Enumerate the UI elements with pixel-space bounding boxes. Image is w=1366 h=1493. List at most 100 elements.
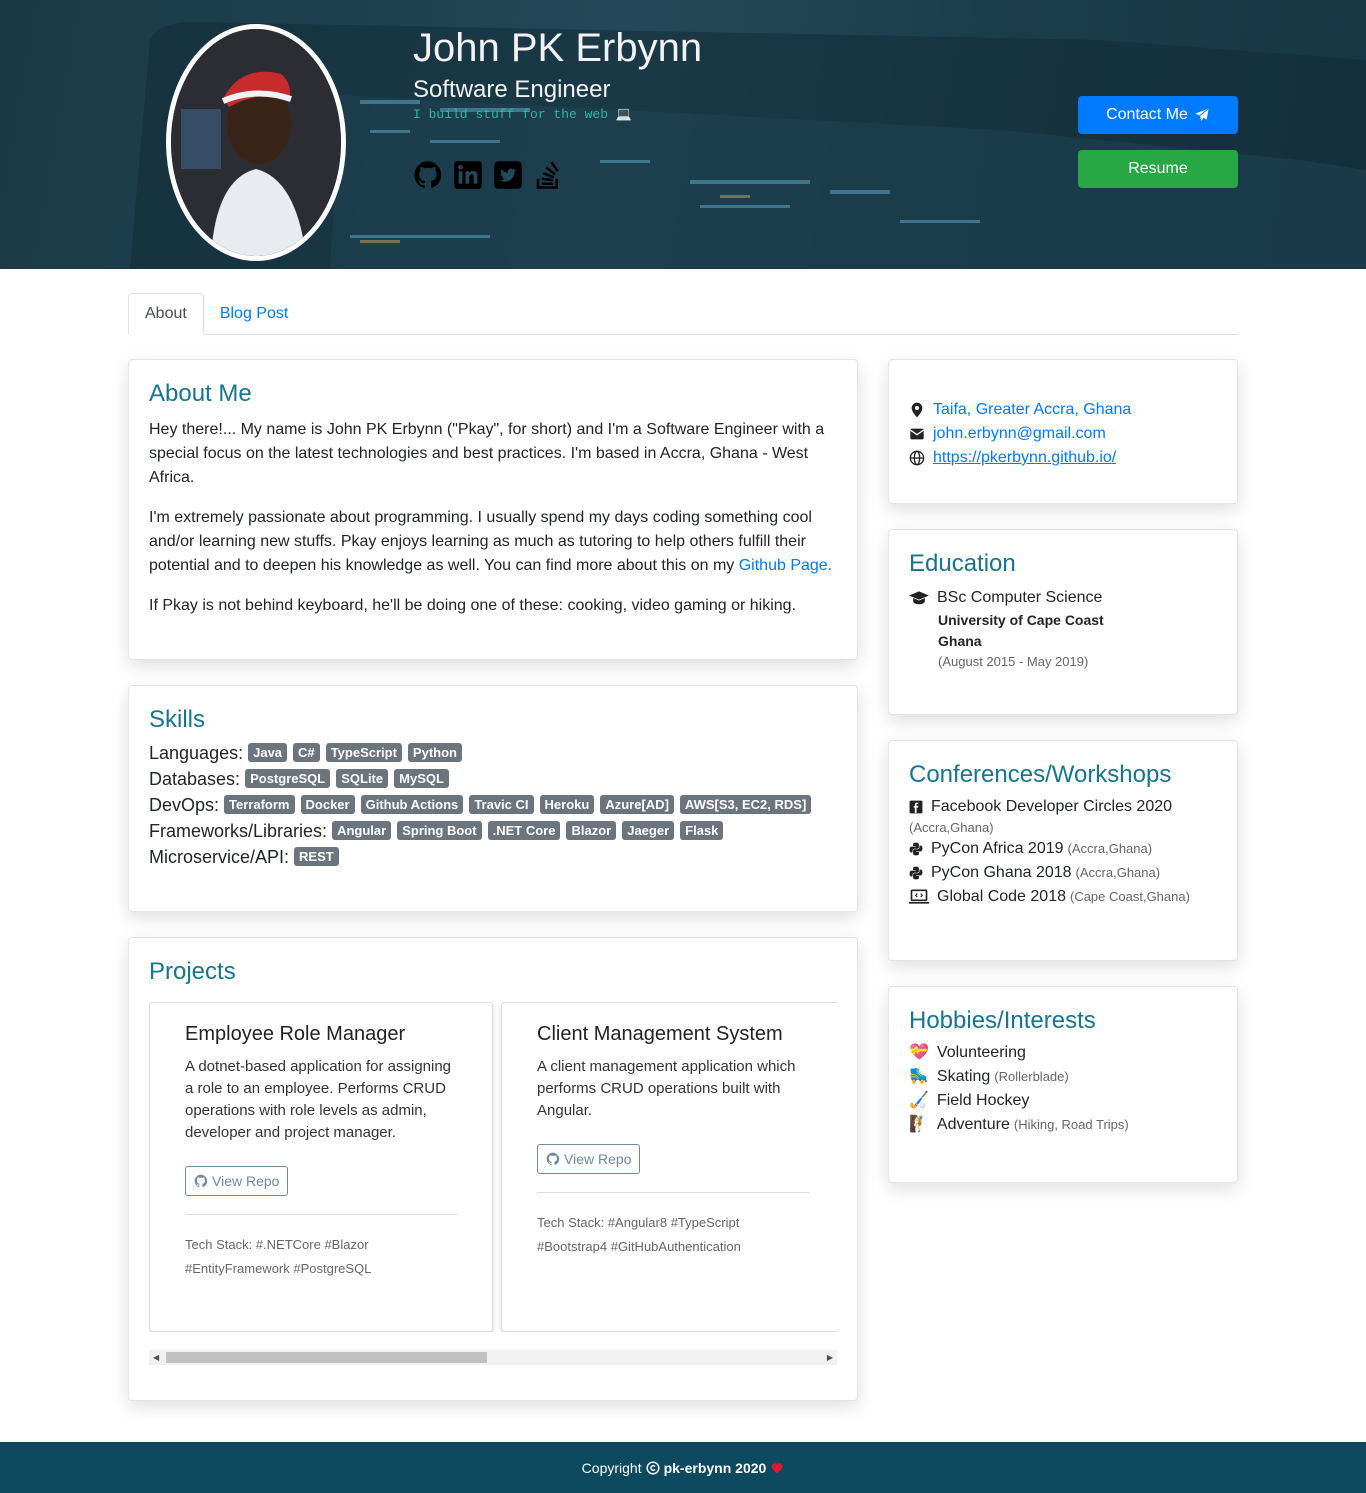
skill-badge: Docker	[300, 795, 355, 814]
skills-card: Skills Languages: Java C# TypeScript Pyt…	[128, 685, 858, 912]
hobby-name: Volunteering	[936, 1044, 1026, 1061]
skill-badge: Blazor	[566, 821, 617, 840]
paper-plane-icon	[1195, 107, 1209, 121]
skill-row: Microservice/API: REST	[149, 844, 837, 870]
divider	[537, 1192, 809, 1193]
contact-me-label: Contact Me	[1106, 106, 1188, 123]
linkedin-icon[interactable]	[453, 160, 483, 190]
hockey-stick-icon: 🏑	[909, 1092, 929, 1109]
python-icon	[909, 842, 923, 856]
about-paragraph-2-text: I'm extremely passionate about programmi…	[149, 509, 812, 574]
about-paragraph-1: Hey there!... My name is John PK Erbynn …	[149, 421, 825, 486]
conferences-card: Conferences/Workshops Facebook Developer…	[888, 740, 1238, 961]
footer-owner: pk-erbynn 2020	[663, 1459, 767, 1476]
avatar	[166, 24, 346, 261]
hobby-note: (Hiking, Road Trips)	[1013, 1117, 1129, 1132]
hobby-item: 💝 Volunteering	[909, 1041, 1217, 1065]
skill-row: Languages: Java C# TypeScript Python	[149, 740, 837, 766]
hobby-name: Field Hockey	[936, 1092, 1030, 1109]
hobbies-title: Hobbies/Interests	[909, 1007, 1096, 1034]
github-icon	[194, 1174, 208, 1188]
conference-item: Facebook Developer Circles 2020 (Accra,G…	[909, 795, 1217, 837]
github-icon[interactable]	[413, 160, 443, 190]
resume-button[interactable]: Resume	[1078, 150, 1238, 188]
skill-badge: Azure[AD]	[600, 795, 674, 814]
facebook-icon	[909, 800, 923, 814]
graduation-cap-icon	[909, 591, 929, 605]
project-card: Employee Role Manager A dotnet-based app…	[149, 1002, 493, 1332]
divider	[185, 1214, 457, 1215]
tab-about[interactable]: About	[128, 293, 204, 335]
profile-name: John PK Erbynn	[413, 26, 703, 70]
hiker-icon: 🧗	[909, 1116, 929, 1133]
about-title: About Me	[149, 380, 252, 407]
twitter-icon[interactable]	[493, 160, 523, 190]
skill-category-label: Microservice/API:	[149, 847, 290, 867]
website-text: https://pkerbynn.github.io/	[933, 449, 1117, 466]
scrollbar-thumb[interactable]	[166, 1352, 487, 1363]
website-link[interactable]: https://pkerbynn.github.io/	[909, 446, 1217, 470]
conference-name: Facebook Developer Circles 2020	[931, 798, 1173, 815]
project-name: Client Management System	[537, 1023, 783, 1045]
hobby-name: Skating	[936, 1068, 991, 1085]
about-card: About Me Hey there!... My name is John P…	[128, 359, 858, 660]
skill-badge: Heroku	[539, 795, 595, 814]
envelope-icon	[909, 428, 925, 440]
skills-title: Skills	[149, 706, 206, 733]
skill-badge: AWS[S3, EC2, RDS]	[679, 795, 812, 814]
map-marker-icon	[911, 402, 923, 418]
github-page-link[interactable]: Github Page.	[739, 557, 832, 574]
projects-card: Projects Employee Role Manager A dotnet-…	[128, 937, 858, 1401]
email-link[interactable]: john.erbynn@gmail.com	[909, 422, 1217, 446]
view-repo-button[interactable]: View Repo	[537, 1144, 641, 1174]
stackoverflow-icon[interactable]	[533, 160, 563, 190]
social-links	[413, 160, 563, 190]
conferences-title: Conferences/Workshops	[909, 761, 1172, 788]
scroll-right-arrow-icon[interactable]: ▶	[827, 1353, 833, 1362]
education-title: Education	[909, 550, 1016, 577]
skill-badge: SQLite	[336, 769, 389, 788]
conference-item: Global Code 2018 (Cape Coast,Ghana)	[909, 885, 1217, 909]
project-description: A client management application which pe…	[537, 1058, 796, 1119]
profile-tabs: About Blog Post	[128, 293, 1238, 335]
skill-badge: Spring Boot	[397, 821, 482, 840]
degree-row: BSc Computer Science	[909, 586, 1217, 610]
project-description: A dotnet-based application for assigning…	[185, 1058, 452, 1141]
view-repo-button[interactable]: View Repo	[185, 1166, 289, 1196]
copyright-icon	[646, 1460, 660, 1475]
profile-photo	[171, 29, 341, 256]
scroll-left-arrow-icon[interactable]: ◀	[153, 1353, 159, 1362]
education-period: (August 2015 - May 2019)	[938, 654, 1089, 669]
hobby-note: (Rollerblade)	[994, 1069, 1069, 1084]
view-repo-label: View Repo	[212, 1173, 280, 1189]
github-icon	[546, 1152, 560, 1166]
skill-badge: PostgreSQL	[245, 769, 331, 788]
conference-name: PyCon Africa 2019	[931, 840, 1064, 857]
skill-category-label: Databases:	[149, 769, 241, 789]
skill-badge: .NET Core	[487, 821, 561, 840]
footer-copyright-label: Copyright	[581, 1459, 642, 1476]
skill-badge: MySQL	[394, 769, 449, 788]
skill-badge: Java	[248, 743, 288, 762]
projects-carousel[interactable]: Employee Role Manager A dotnet-based app…	[149, 1002, 837, 1332]
conference-name: Global Code 2018	[937, 888, 1066, 905]
project-name: Employee Role Manager	[185, 1023, 406, 1045]
location-link[interactable]: Taifa, Greater Accra, Ghana	[909, 398, 1217, 422]
skill-row: Frameworks/Libraries: Angular Spring Boo…	[149, 818, 837, 844]
conference-item: PyCon Ghana 2018 (Accra,Ghana)	[909, 861, 1217, 885]
hobby-name: Adventure	[936, 1116, 1010, 1133]
project-tech-stack: Tech Stack: #.NETCore #Blazor #EntityFra…	[185, 1237, 372, 1276]
skill-badge: REST	[294, 847, 339, 866]
skill-badge: Jaeger	[622, 821, 675, 840]
hobby-item: 🏑 Field Hockey	[909, 1089, 1217, 1113]
contact-me-button[interactable]: Contact Me	[1078, 96, 1238, 134]
conference-place: (Accra,Ghana)	[909, 820, 994, 835]
skill-badge: Angular	[332, 821, 392, 840]
heart-hands-icon: 💝	[909, 1044, 929, 1061]
project-card: Client Management System A client manage…	[501, 1002, 837, 1332]
projects-scrollbar[interactable]: ◀ ▶	[149, 1350, 837, 1365]
tab-blog-post[interactable]: Blog Post	[204, 293, 304, 335]
conference-name: PyCon Ghana 2018	[931, 864, 1072, 881]
view-repo-label: View Repo	[564, 1151, 632, 1167]
skill-category-label: Languages:	[149, 743, 244, 763]
